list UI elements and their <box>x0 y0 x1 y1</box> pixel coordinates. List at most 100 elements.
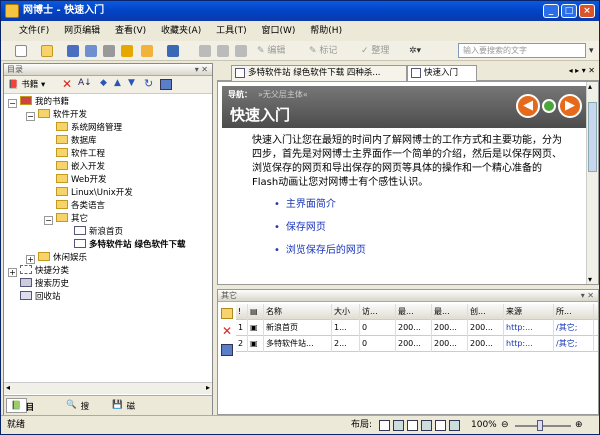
col-visits[interactable]: 访... <box>360 304 396 320</box>
mark-button[interactable]: ✎ 标记 <box>309 44 337 58</box>
col-name[interactable]: 名称 <box>264 304 332 320</box>
tree-node-other[interactable]: 其它 <box>56 213 88 226</box>
link-main-ui[interactable]: 主界面简介 <box>252 198 568 212</box>
layout-1-icon[interactable] <box>379 420 390 431</box>
expand-toggle[interactable]: − <box>26 112 35 121</box>
home-icon[interactable] <box>542 99 556 113</box>
prev-icon[interactable]: ◀ <box>516 94 540 118</box>
tree-node-leisure[interactable]: 休闲娱乐 <box>38 252 87 265</box>
maximize-icon[interactable]: □ <box>561 4 577 18</box>
col-last1[interactable]: 最... <box>396 304 432 320</box>
settings-icon[interactable]: ✲▾ <box>409 44 421 58</box>
forward-icon[interactable] <box>217 44 229 58</box>
layout-3-icon[interactable] <box>407 420 418 431</box>
zoom-out-icon[interactable]: ⊖ <box>501 416 509 435</box>
menu-window[interactable]: 窗口(W) <box>256 21 302 41</box>
scroll-left-icon[interactable]: ◂ <box>6 383 10 392</box>
favorite-icon[interactable] <box>141 44 153 58</box>
arrow-down-icon[interactable]: ▼ <box>128 78 135 88</box>
delete-icon[interactable]: ✕ <box>62 77 72 91</box>
search-dropdown-icon[interactable]: ▾ <box>589 44 594 58</box>
menu-help[interactable]: 帮助(H) <box>304 21 348 41</box>
tab-nav-icon[interactable]: ◂ ▸ ▾ ✕ <box>569 66 595 75</box>
menu-tools[interactable]: 工具(T) <box>210 21 253 41</box>
pane-close-icon[interactable]: ▾ ✕ <box>195 64 208 76</box>
tree-node-page[interactable]: 新浪首页 <box>74 226 123 239</box>
refresh-icon[interactable] <box>235 44 247 58</box>
tree-node-recycle[interactable]: 回收站 <box>20 291 61 304</box>
refresh-tree-icon[interactable]: ↻ <box>144 77 153 90</box>
properties-icon[interactable] <box>160 79 172 90</box>
tree-node[interactable]: 软件工程 <box>56 148 105 161</box>
tab-quick-start[interactable]: 快速入门 <box>407 65 477 81</box>
zoom-slider-thumb[interactable] <box>537 420 543 431</box>
capture-icon[interactable] <box>121 44 133 58</box>
menu-view[interactable]: 查看(V) <box>109 21 152 41</box>
scroll-right-icon[interactable]: ▸ <box>206 383 210 392</box>
save-all-icon[interactable] <box>85 44 97 58</box>
col-last2[interactable]: 最... <box>432 304 468 320</box>
tab-disk[interactable]: 💾 磁盘 <box>108 398 135 427</box>
open-icon[interactable] <box>41 44 53 58</box>
col-location[interactable]: 所... <box>554 304 594 320</box>
horizontal-scrollbar[interactable]: ◂ ▸ <box>4 382 212 394</box>
link-browse-saved[interactable]: 浏览保存后的网页 <box>252 244 568 258</box>
vertical-scrollbar[interactable]: ▴ ▾ <box>586 82 598 284</box>
expand-toggle[interactable]: + <box>8 268 17 277</box>
move-up-icon[interactable]: ◆ <box>100 78 107 88</box>
table-row[interactable]: 1 ▣ 新浪首页 1... 0 200... 200... 200... htt… <box>236 320 598 336</box>
tree-node[interactable]: 各类语言 <box>56 200 105 213</box>
delete-item-icon[interactable]: ✕ <box>222 324 232 338</box>
expand-toggle[interactable]: − <box>8 99 17 108</box>
back-icon[interactable] <box>199 44 211 58</box>
search-input[interactable]: 输入要搜索的文字 <box>458 43 586 58</box>
scroll-thumb[interactable] <box>588 102 597 172</box>
layout-2-icon[interactable] <box>393 420 404 431</box>
open-folder-icon[interactable] <box>221 308 233 319</box>
tree-node[interactable]: 嵌入开发 <box>56 161 105 174</box>
tab-search[interactable]: 🔍 搜索 <box>62 398 89 427</box>
zoom-slider[interactable] <box>515 425 571 427</box>
tree-node[interactable]: 系统网络管理 <box>56 122 122 135</box>
edit-button[interactable]: ✎ 编辑 <box>257 44 285 58</box>
layout-4-icon[interactable] <box>421 420 432 431</box>
tree-node[interactable]: 数据库 <box>56 135 97 148</box>
next-icon[interactable]: ▶ <box>558 94 582 118</box>
sort-icon[interactable]: A↓ <box>78 78 92 88</box>
tree-node[interactable]: Linux\Unix开发 <box>56 187 133 200</box>
menu-web-edit[interactable]: 网页编辑 <box>58 21 106 41</box>
layout-6-icon[interactable] <box>449 420 460 431</box>
scroll-up-icon[interactable]: ▴ <box>588 82 592 91</box>
bookmark-button[interactable]: 📕 书籍 ▾ <box>8 78 45 92</box>
organize-button[interactable]: ✓ 整理 <box>361 44 389 58</box>
menu-file[interactable]: 文件(F) <box>13 21 55 41</box>
col-size[interactable]: 大小 <box>332 304 360 320</box>
details-icon[interactable] <box>221 344 233 356</box>
layout-5-icon[interactable] <box>435 420 446 431</box>
tree-node-page[interactable]: 多特软件站 绿色软件下载 <box>74 239 185 252</box>
save-icon[interactable] <box>67 44 79 58</box>
pane-close-icon[interactable]: ▾ ✕ <box>581 290 594 302</box>
minimize-icon[interactable]: _ <box>543 4 559 18</box>
tree-node-root[interactable]: 我的书籍 <box>20 96 69 109</box>
col-source[interactable]: 来源 <box>504 304 554 320</box>
tree-node-software-dev[interactable]: 软件开发 <box>38 109 87 122</box>
tab-directory[interactable]: 📗 目录 <box>6 398 34 428</box>
tree-node[interactable]: Web开发 <box>56 174 107 187</box>
scroll-down-icon[interactable]: ▾ <box>588 275 592 284</box>
expand-toggle[interactable]: + <box>26 255 35 264</box>
print-icon[interactable] <box>103 44 115 58</box>
tree-node-quick-cat[interactable]: 快捷分类 <box>20 265 69 278</box>
tree-node-search-hist[interactable]: 搜索历史 <box>20 278 69 291</box>
export-icon[interactable] <box>167 44 179 58</box>
new-icon[interactable] <box>15 44 27 58</box>
arrow-up-icon[interactable]: ▲ <box>114 78 121 88</box>
menu-favorites[interactable]: 收藏夹(A) <box>155 21 207 41</box>
zoom-in-icon[interactable]: ⊕ <box>575 416 583 435</box>
tab-dote-software[interactable]: 多特软件站 绿色软件下载 四种杀... <box>231 65 407 81</box>
table-row[interactable]: 2 ▣ 多特软件站... 2... 0 200... 200... 200...… <box>236 336 598 352</box>
link-save-page[interactable]: 保存网页 <box>252 221 568 235</box>
expand-toggle[interactable]: − <box>44 216 53 225</box>
close-icon[interactable]: × <box>579 4 595 18</box>
col-created[interactable]: 创... <box>468 304 504 320</box>
